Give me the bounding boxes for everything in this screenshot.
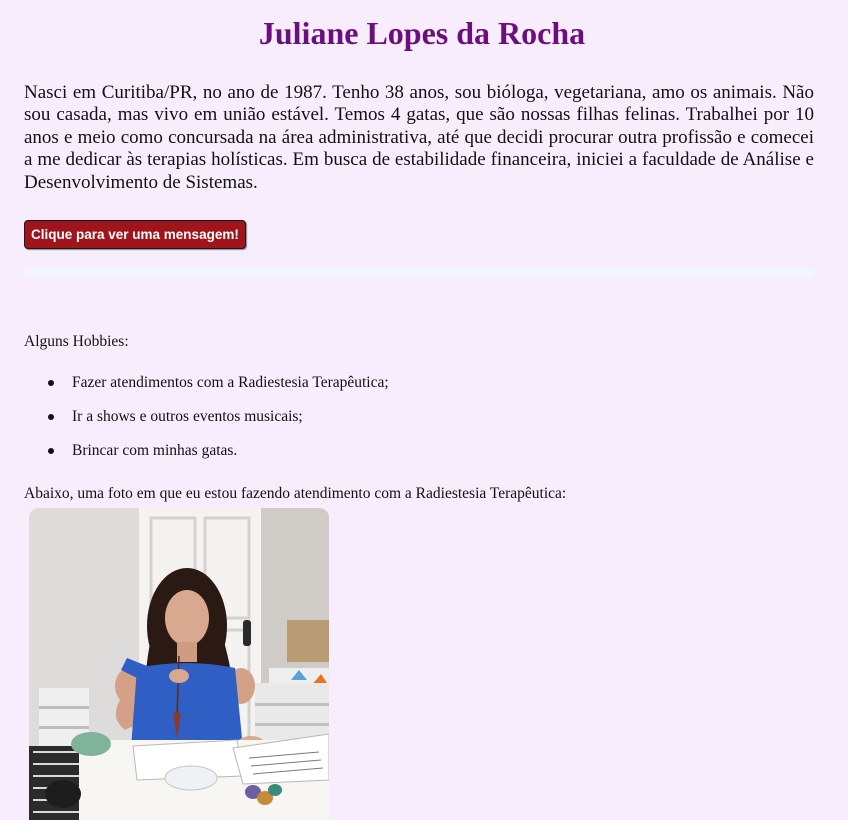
hobby-text: Fazer atendimentos com a Radiestesia Ter… bbox=[72, 374, 389, 391]
list-item: Brincar com minhas gatas. bbox=[24, 442, 389, 476]
message-display-area bbox=[24, 268, 814, 278]
page-title: Juliane Lopes da Rocha bbox=[258, 15, 586, 51]
hobbies-list: Fazer atendimentos com a Radiestesia Ter… bbox=[24, 374, 389, 476]
hobby-text: Brincar com minhas gatas. bbox=[72, 442, 238, 459]
bullet-icon bbox=[48, 448, 54, 454]
therapy-photo bbox=[29, 508, 329, 820]
page-content: Juliane Lopes da Rocha Nasci em Curitiba… bbox=[24, 0, 814, 820]
show-message-button[interactable]: Clique para ver uma mensagem! bbox=[24, 220, 246, 249]
list-item: Fazer atendimentos com a Radiestesia Ter… bbox=[24, 374, 389, 408]
bullet-icon bbox=[48, 414, 54, 420]
list-item: Ir a shows e outros eventos musicais; bbox=[24, 408, 389, 442]
hobbies-label: Alguns Hobbies: bbox=[24, 333, 129, 350]
intro-paragraph: Nasci em Curitiba/PR, no ano de 1987. Te… bbox=[24, 82, 814, 193]
bullet-icon bbox=[48, 380, 54, 386]
photo-illustration bbox=[29, 508, 329, 820]
photo-caption: Abaixo, uma foto em que eu estou fazendo… bbox=[24, 485, 567, 502]
hobby-text: Ir a shows e outros eventos musicais; bbox=[72, 408, 303, 425]
